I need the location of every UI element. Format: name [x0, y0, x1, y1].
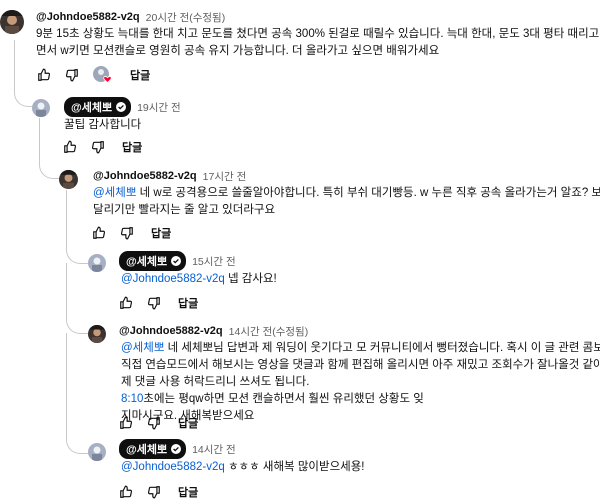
thumb-down-icon[interactable] — [146, 415, 162, 431]
mention-link[interactable]: @세체뽀 — [93, 187, 136, 199]
avatar[interactable] — [59, 170, 78, 189]
thumb-down-icon[interactable] — [64, 67, 80, 83]
comment-actions: 답글 — [36, 66, 150, 84]
comment-time[interactable]: 19시간 전 — [137, 100, 181, 115]
thread-line — [14, 40, 33, 107]
avatar[interactable] — [88, 325, 106, 343]
thumb-down-icon[interactable] — [90, 139, 106, 155]
verified-check-icon — [116, 102, 127, 112]
comment-meta: @Johndoe5882-v2q 17시간 전 — [93, 168, 246, 184]
thumb-up-icon[interactable] — [62, 139, 78, 155]
creator-badge[interactable]: @세체뽀 — [64, 97, 132, 117]
avatar[interactable] — [88, 254, 106, 272]
comment-meta: @세체뽀 14시간 전 — [119, 439, 236, 459]
thumb-up-icon[interactable] — [118, 415, 134, 431]
thumb-up-icon[interactable] — [118, 484, 134, 500]
mention-link[interactable]: @Johndoe5882-v2q — [121, 461, 225, 473]
thread-line — [66, 190, 89, 264]
comment-text: @Johndoe5882-v2q 넵 감사요! — [121, 273, 277, 285]
author-name[interactable]: @Johndoe5882-v2q — [93, 170, 197, 182]
creator-heart-icon — [92, 66, 114, 84]
thumb-up-icon[interactable] — [118, 295, 134, 311]
thumb-up-icon[interactable] — [36, 67, 52, 83]
thumb-up-icon[interactable] — [91, 225, 107, 241]
comment-text: @세체뽀 네 세체뽀님 답변과 제 워딩이 웃기다고 모 커뮤니티에서 뻥터졌습… — [121, 342, 600, 422]
comment-text: 9분 15초 상황도 늑대를 한대 치고 문도를 쳤다면 공속 300% 된걸로… — [36, 28, 600, 57]
reply-button[interactable]: 답글 — [151, 225, 171, 241]
author-name[interactable]: @Johndoe5882-v2q — [36, 11, 140, 23]
comment-meta: @Johndoe5882-v2q 14시간 전(수정됨) — [119, 323, 308, 339]
avatar[interactable] — [0, 10, 24, 34]
thread-line — [66, 333, 89, 454]
comment-actions: 답글 — [118, 295, 198, 311]
reply-button[interactable]: 답글 — [130, 67, 150, 83]
comment-text: @세체뽀 네 w로 공격용으로 쓸줄알아야합니다. 특히 부쉬 대기빵등. w … — [93, 187, 600, 216]
mention-link[interactable]: @세체뽀 — [121, 342, 164, 354]
comment-time[interactable]: 14시간 전(수정됨) — [229, 324, 309, 339]
mention-link[interactable]: @Johndoe5882-v2q — [121, 273, 225, 285]
thread-line — [66, 263, 89, 334]
creator-badge[interactable]: @세체뽀 — [119, 251, 187, 271]
reply-button[interactable]: 답글 — [178, 415, 198, 431]
comment-actions: 답글 — [62, 139, 142, 155]
reply-button[interactable]: 답글 — [122, 139, 142, 155]
author-name[interactable]: @Johndoe5882-v2q — [119, 325, 223, 337]
comment-time[interactable]: 20시간 전(수정됨) — [146, 10, 226, 25]
comment-time[interactable]: 15시간 전 — [192, 254, 236, 269]
avatar[interactable] — [88, 443, 106, 461]
comment-text: 꿀팁 감사합니다 — [64, 119, 142, 131]
creator-badge[interactable]: @세체뽀 — [119, 439, 187, 459]
comment-time[interactable]: 17시간 전 — [203, 169, 247, 184]
comment-actions: 답글 — [118, 484, 198, 500]
comment-time[interactable]: 14시간 전 — [192, 442, 236, 457]
comment-text: @Johndoe5882-v2q ㅎㅎㅎ 새해복 많이받으세용! — [121, 461, 365, 473]
comment-actions: 답글 — [91, 225, 171, 241]
comment-meta: @세체뽀 15시간 전 — [119, 251, 236, 271]
thumb-down-icon[interactable] — [146, 295, 162, 311]
comment-meta: @Johndoe5882-v2q 20시간 전(수정됨) — [36, 9, 225, 25]
thumb-down-icon[interactable] — [146, 484, 162, 500]
avatar[interactable] — [32, 99, 50, 117]
reply-button[interactable]: 답글 — [178, 484, 198, 500]
comment-actions: 답글 — [118, 415, 198, 431]
verified-check-icon — [171, 444, 182, 454]
timestamp-link[interactable]: 8:10 — [121, 393, 143, 405]
comment-meta: @세체뽀 19시간 전 — [64, 97, 181, 117]
reply-button[interactable]: 답글 — [178, 295, 198, 311]
thread-line — [39, 118, 60, 179]
verified-check-icon — [171, 256, 182, 266]
thumb-down-icon[interactable] — [119, 225, 135, 241]
